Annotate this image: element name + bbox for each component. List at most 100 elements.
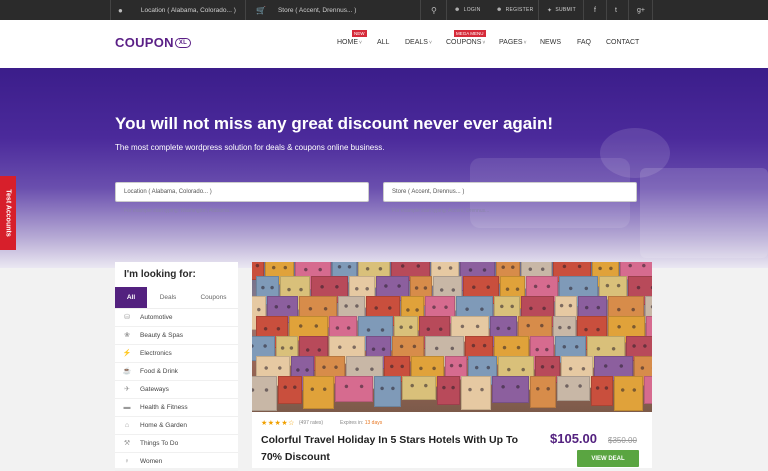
nav-coupons[interactable]: MEGA MENU COUPONS˅	[446, 30, 486, 46]
house-shape	[557, 376, 590, 401]
view-deal-button[interactable]: VIEW DEAL	[577, 450, 639, 467]
house-shape	[530, 376, 556, 408]
divider	[628, 0, 629, 20]
deal-title[interactable]: Colorful Travel Holiday In 5 Stars Hotel…	[261, 432, 541, 466]
hero-banner	[0, 68, 768, 268]
twitter-icon[interactable]: t	[615, 0, 617, 20]
nav-home[interactable]: NEW HOME˅	[337, 30, 367, 46]
category-item[interactable]: ☕ Food & Drink	[115, 362, 238, 381]
house-shape	[644, 376, 652, 404]
category-item[interactable]: ⌂ Home & Garden	[115, 416, 238, 435]
category-item[interactable]: ⚒ Things To Do	[115, 434, 238, 453]
house-shape	[492, 376, 529, 403]
category-item[interactable]: ⚡ Electronics	[115, 344, 238, 363]
location-search-input[interactable]: Location ( Alabama, Colorado... )	[115, 182, 369, 202]
deal-image[interactable]	[252, 262, 652, 412]
house-shape	[278, 376, 302, 404]
top-bar: ● Location ( Alabama, Colorado... ) 🛒 St…	[0, 0, 768, 20]
divider	[245, 0, 246, 20]
house-shape	[335, 376, 373, 402]
house-shape	[437, 376, 460, 405]
nav-all-label: ALL	[377, 39, 390, 46]
divider	[446, 0, 447, 20]
tab-deals[interactable]: Deals	[147, 287, 189, 308]
location-hint: For example start typing: Washington, Al…	[124, 208, 234, 214]
category-item[interactable]: ▬ Health & Fitness	[115, 398, 238, 417]
divider	[652, 0, 653, 20]
location-selector[interactable]: ● Location ( Alabama, Colorado... )	[118, 0, 236, 20]
nav-pages[interactable]: PAGES˅	[499, 39, 527, 46]
filter-tabs: All Deals Coupons	[115, 287, 238, 309]
sidebar-title: I'm looking for:	[124, 269, 196, 280]
car-icon: ⛁	[124, 314, 130, 321]
search-button[interactable]: ⚲	[431, 0, 443, 20]
logo[interactable]: COUPON XL	[115, 35, 192, 50]
logo-text: COUPON	[115, 35, 174, 50]
house-shape	[402, 376, 436, 400]
facebook-icon[interactable]: f	[594, 0, 596, 20]
category-label: Home & Garden	[140, 421, 187, 429]
login-label: LOGIN	[463, 7, 481, 13]
category-item[interactable]: ♀ Women	[115, 452, 238, 471]
deal-old-price: $350.00	[608, 436, 637, 445]
house-shape	[252, 376, 277, 411]
nav-news[interactable]: NEWS	[540, 39, 561, 46]
category-label: Health & Fitness	[140, 403, 188, 411]
plug-icon: ⚡	[122, 350, 132, 357]
deal-price: $105.00	[550, 431, 597, 446]
nav-contact[interactable]: CONTACT	[606, 39, 639, 46]
category-item[interactable]: ✈ Gateways	[115, 380, 238, 399]
user-plus-icon: ☻	[496, 7, 503, 13]
deal-rating: ★★★★☆ (497 rates)	[261, 419, 323, 427]
divider	[606, 0, 607, 20]
store-selector[interactable]: 🛒 Store ( Accent, Drennus... )	[256, 0, 356, 20]
category-label: Electronics	[140, 349, 172, 357]
register-link[interactable]: ☻ REGISTER	[496, 0, 534, 20]
register-label: REGISTER	[505, 7, 534, 13]
beauty-icon: ❀	[124, 332, 130, 339]
nav-news-label: NEWS	[540, 39, 561, 46]
house-shape	[591, 376, 613, 406]
site-header: COUPON XL NEW HOME˅ ALL DEALS˅ MEGA MENU…	[0, 20, 768, 68]
nav-deals[interactable]: DEALS˅	[405, 39, 432, 46]
category-label: Beauty & Spas	[140, 331, 183, 339]
login-link[interactable]: ☻ LOGIN	[454, 0, 481, 20]
dumbbell-icon: ▬	[123, 403, 131, 411]
house-shape	[374, 376, 401, 407]
category-item[interactable]: ❀ Beauty & Spas	[115, 326, 238, 345]
submit-link[interactable]: ✦ SUBMIT	[547, 0, 576, 20]
store-text: Store ( Accent, Drennus... )	[277, 6, 357, 14]
hero-building-shape	[640, 168, 768, 258]
nav-all[interactable]: ALL	[377, 39, 389, 46]
google-plus-icon[interactable]: g+	[637, 0, 645, 20]
chevron-down-icon: ˅	[482, 40, 486, 46]
nav-faq[interactable]: FAQ	[577, 39, 591, 46]
hero-title: You will not miss any great discount nev…	[115, 114, 554, 133]
tab-all[interactable]: All	[115, 287, 147, 308]
category-label: Women	[140, 457, 163, 465]
tab-coupons[interactable]: Coupons	[189, 287, 238, 308]
women-icon: ♀	[124, 457, 130, 465]
divider	[538, 0, 539, 20]
hero-subtitle: The most complete wordpress solution for…	[115, 143, 385, 152]
deal-expiry: Expires in: 13 days	[340, 420, 382, 426]
chevron-down-icon: ˅	[523, 40, 527, 46]
house-shape	[461, 376, 491, 410]
food-icon: ☕	[122, 368, 132, 375]
test-accounts-label: Test Accounts	[4, 189, 12, 237]
tag-icon: ✦	[547, 7, 553, 14]
new-badge: NEW	[352, 30, 367, 37]
cart-icon: 🛒	[256, 5, 266, 15]
home-icon: ⌂	[124, 421, 130, 429]
submit-label: SUBMIT	[555, 7, 577, 13]
test-accounts-tab[interactable]: Test Accounts	[0, 176, 16, 250]
plane-icon: ✈	[124, 386, 130, 393]
search-icon: ⚲	[431, 5, 437, 15]
category-item[interactable]: ⛁ Automotive	[115, 308, 238, 327]
house-shape	[303, 376, 334, 409]
expires-label: Expires in:	[340, 420, 364, 426]
user-icon: ☻	[454, 7, 461, 13]
store-search-input[interactable]: Store ( Accent, Drennus... )	[383, 182, 637, 202]
house-shape	[614, 376, 643, 411]
nav-contact-label: CONTACT	[606, 39, 640, 46]
